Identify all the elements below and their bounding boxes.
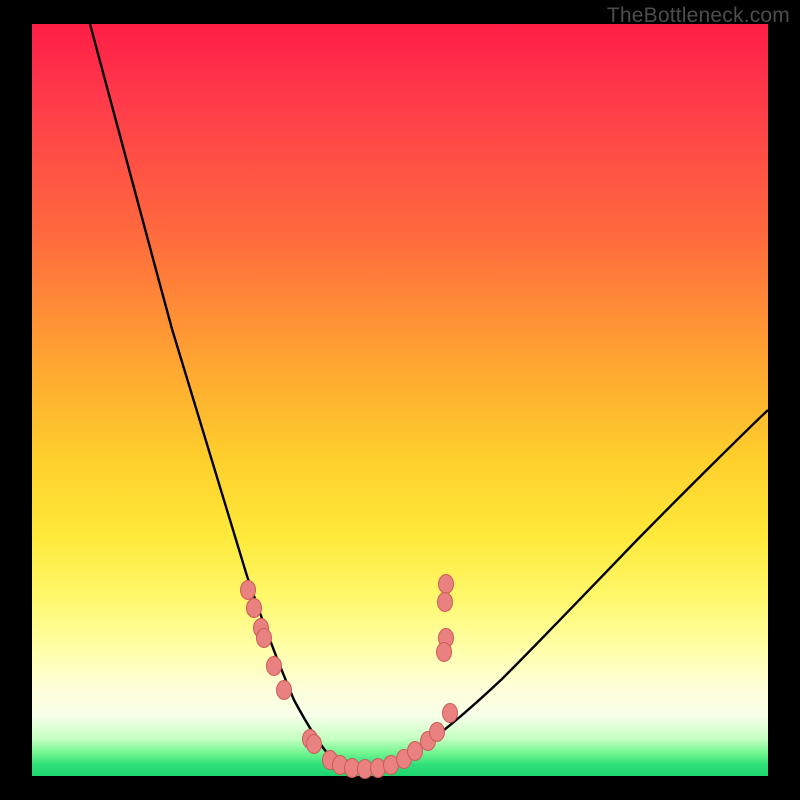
- plot-area: [32, 24, 768, 776]
- highlight-dot: [267, 657, 282, 676]
- highlight-dot: [257, 629, 272, 648]
- highlight-dot: [437, 643, 452, 662]
- highlight-dot: [371, 759, 386, 778]
- highlight-dot: [241, 581, 256, 600]
- curve-right-arm: [365, 410, 768, 769]
- highlight-dot: [443, 704, 458, 723]
- highlight-dots-group: [241, 575, 458, 779]
- chart-stage: TheBottleneck.com: [0, 0, 800, 800]
- highlight-dot: [408, 742, 423, 761]
- highlight-dot: [277, 681, 292, 700]
- highlight-dot: [307, 735, 322, 754]
- highlight-dot: [438, 593, 453, 612]
- curve-svg: [32, 24, 768, 776]
- highlight-dot: [247, 599, 262, 618]
- highlight-dot: [439, 575, 454, 594]
- curve-left-arm: [90, 24, 365, 769]
- highlight-dot: [430, 723, 445, 742]
